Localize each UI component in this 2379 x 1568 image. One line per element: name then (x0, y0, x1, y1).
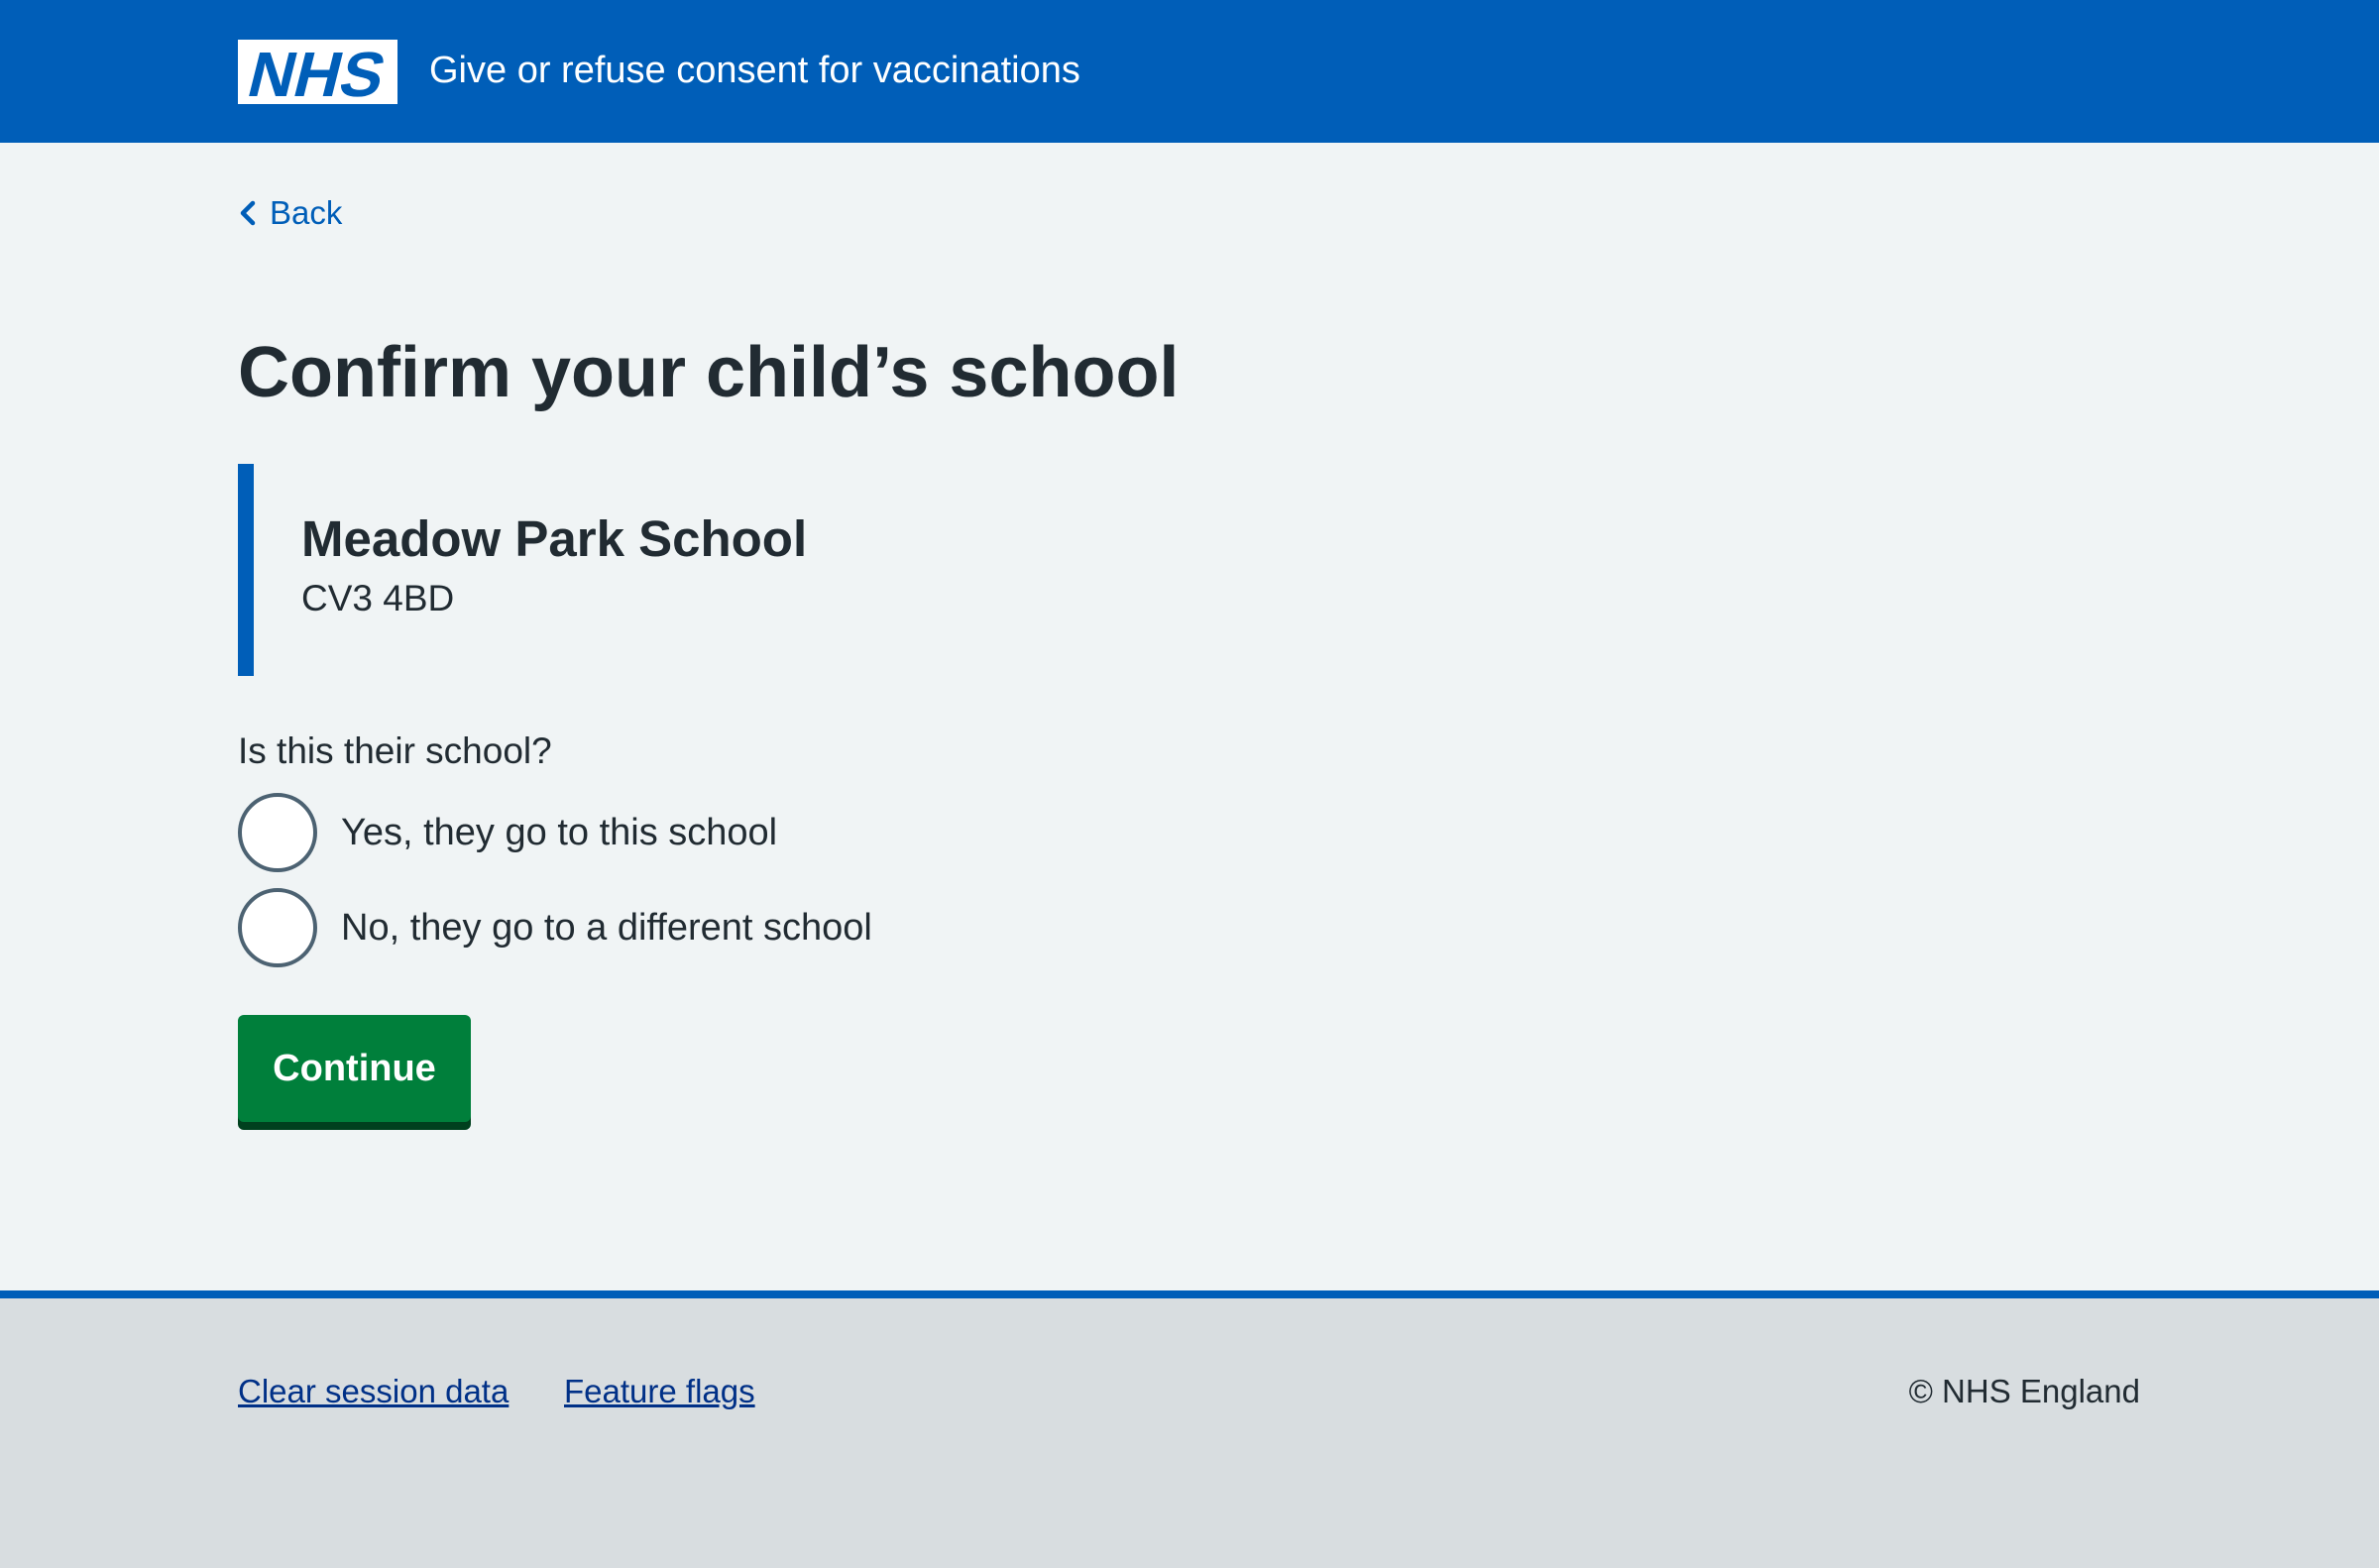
clear-session-data-link[interactable]: Clear session data (238, 1370, 509, 1413)
radio-no-input[interactable] (238, 888, 317, 967)
nhs-logo[interactable]: NHS (238, 40, 397, 104)
radio-no-label[interactable]: No, they go to a different school (341, 904, 872, 952)
service-name[interactable]: Give or refuse consent for vaccinations (429, 46, 1080, 95)
feature-flags-link[interactable]: Feature flags (564, 1370, 755, 1413)
chevron-left-icon (240, 200, 256, 226)
radio-yes-label[interactable]: Yes, they go to this school (341, 809, 777, 856)
radio-option-no[interactable]: No, they go to a different school (238, 888, 872, 967)
school-name: Meadow Park School (301, 510, 808, 567)
back-link-label: Back (270, 194, 343, 231)
back-link[interactable]: Back (238, 191, 342, 235)
page-title: Confirm your child’s school (238, 333, 1180, 412)
school-postcode: CV3 4BD (301, 578, 455, 618)
site-header: NHS Give or refuse consent for vaccinati… (0, 0, 2379, 143)
copyright-text: © NHS England (1908, 1373, 2140, 1409)
school-inset: Meadow Park School CV3 4BD (238, 464, 1130, 676)
site-footer: Clear session data Feature flags © NHS E… (0, 1290, 2379, 1568)
radio-yes-input[interactable] (238, 793, 317, 872)
school-question-legend: Is this their school? (238, 730, 552, 771)
nhs-logo-text: NHS (241, 40, 393, 104)
continue-button[interactable]: Continue (238, 1015, 471, 1122)
radio-option-yes[interactable]: Yes, they go to this school (238, 793, 777, 872)
